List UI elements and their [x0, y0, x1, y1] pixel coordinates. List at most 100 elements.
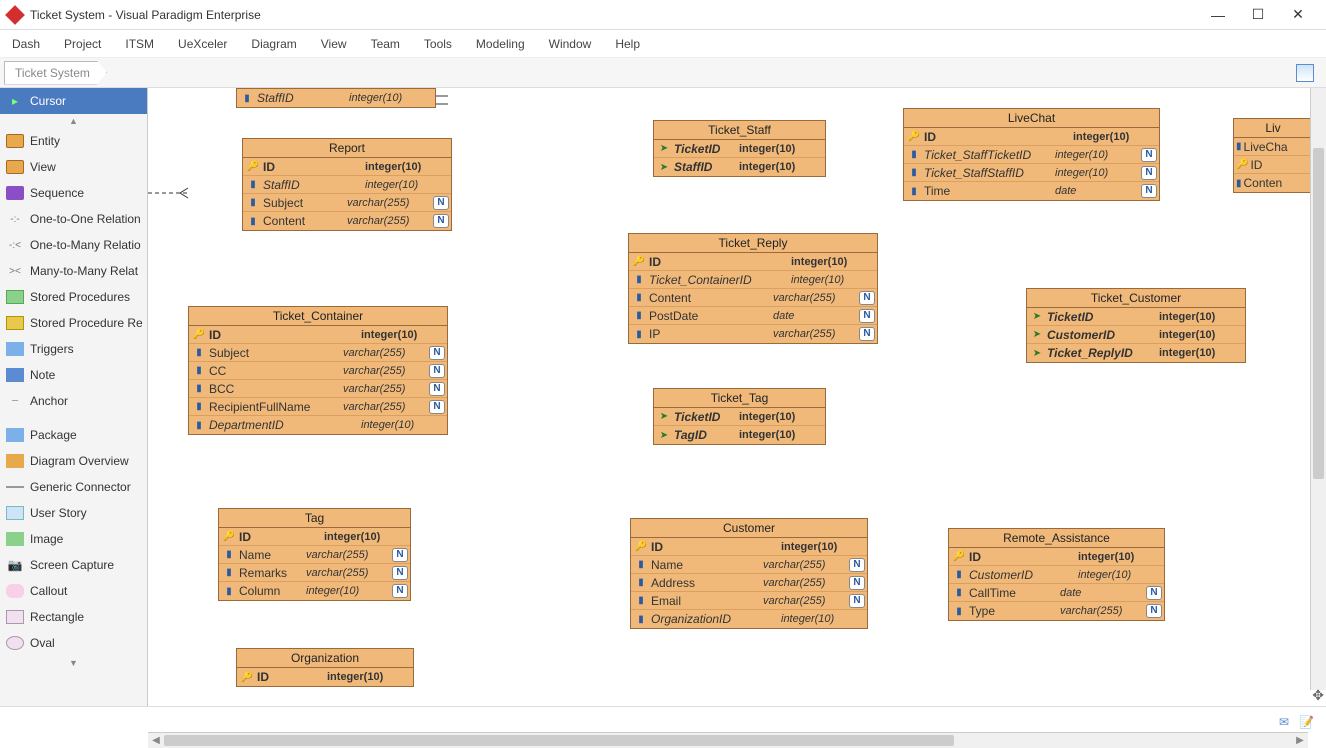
palette-stored-procedure-result[interactable]: Stored Procedure Re	[0, 310, 147, 336]
palette-cursor[interactable]: ▸Cursor	[0, 88, 147, 114]
palette-note[interactable]: Note	[0, 362, 147, 388]
entity-column[interactable]: ▮Typevarchar(255)N	[949, 602, 1164, 620]
scroll-thumb[interactable]	[1313, 148, 1324, 479]
entity-column[interactable]: ▮IPvarchar(255)N	[629, 325, 877, 343]
palette-user-story[interactable]: User Story	[0, 500, 147, 526]
palette-stored-procedures[interactable]: Stored Procedures	[0, 284, 147, 310]
horizontal-scrollbar[interactable]: ◀ ▶	[148, 732, 1308, 748]
entity-column[interactable]: ▮Ticket_ContainerIDinteger(10)	[629, 271, 877, 289]
entity-column[interactable]: ▮Addressvarchar(255)N	[631, 574, 867, 592]
entity-column[interactable]: 🔑IDinteger(10)	[237, 668, 413, 686]
entity-organization[interactable]: Organization🔑IDinteger(10)	[236, 648, 414, 687]
entity-column[interactable]: ➤StaffIDinteger(10)	[654, 158, 825, 176]
entity-ticket-container[interactable]: Ticket_Container🔑IDinteger(10)▮Subjectva…	[188, 306, 448, 435]
entity-ticket-reply[interactable]: Ticket_Reply🔑IDinteger(10)▮Ticket_Contai…	[628, 233, 878, 344]
palette-view[interactable]: View	[0, 154, 147, 180]
palette-sequence[interactable]: Sequence	[0, 180, 147, 206]
palette-connector[interactable]: Generic Connector	[0, 474, 147, 500]
entity-partial-top[interactable]: ▮StaffIDinteger(10)	[236, 88, 436, 108]
entity-ticket-staff[interactable]: Ticket_Staff➤TicketIDinteger(10)➤StaffID…	[653, 120, 826, 177]
palette-package[interactable]: Package	[0, 422, 147, 448]
palette-anchor[interactable]: ┄Anchor	[0, 388, 147, 414]
entity-customer[interactable]: Customer🔑IDinteger(10)▮Namevarchar(255)N…	[630, 518, 868, 629]
menu-help[interactable]: Help	[615, 37, 640, 51]
entity-column[interactable]: 🔑IDinteger(10)	[904, 128, 1159, 146]
palette-callout[interactable]: Callout	[0, 578, 147, 604]
entity-column[interactable]: ▮Namevarchar(255)N	[631, 556, 867, 574]
minimize-button[interactable]: —	[1198, 7, 1238, 23]
entity-column[interactable]: ▮TimedateN	[904, 182, 1159, 200]
entity-tag[interactable]: Tag🔑IDinteger(10)▮Namevarchar(255)N▮Rema…	[218, 508, 411, 601]
palette-many-many[interactable]: ><Many-to-Many Relat	[0, 258, 147, 284]
entity-report[interactable]: Report🔑IDinteger(10)▮StaffIDinteger(10)▮…	[242, 138, 452, 231]
close-button[interactable]: ✕	[1278, 6, 1318, 23]
entity-column[interactable]: ▮Emailvarchar(255)N	[631, 592, 867, 610]
window-layout-icon[interactable]	[1296, 64, 1314, 82]
entity-column[interactable]: 🔑IDinteger(10)	[219, 528, 410, 546]
entity-column[interactable]: ➤Ticket_ReplyIDinteger(10)	[1027, 344, 1245, 362]
edit-icon[interactable]: 📝	[1299, 715, 1314, 729]
palette-collapse-down[interactable]: ▼	[0, 656, 147, 670]
scroll-right[interactable]: ▶	[1292, 735, 1308, 746]
entity-column[interactable]: ➤TicketIDinteger(10)	[654, 140, 825, 158]
entity-column[interactable]: ▮Subjectvarchar(255)N	[189, 344, 447, 362]
entity-column[interactable]: ▮LiveCha	[1234, 138, 1312, 156]
menu-uexceler[interactable]: UeXceler	[178, 37, 227, 51]
entity-column[interactable]: ▮PostDatedateN	[629, 307, 877, 325]
entity-column[interactable]: ▮Remarksvarchar(255)N	[219, 564, 410, 582]
entity-live-partial[interactable]: Liv▮LiveCha🔑ID▮Conten	[1233, 118, 1313, 193]
entity-column[interactable]: ▮Namevarchar(255)N	[219, 546, 410, 564]
palette-triggers[interactable]: Triggers	[0, 336, 147, 362]
entity-column[interactable]: ➤TagIDinteger(10)	[654, 426, 825, 444]
entity-column[interactable]: ▮Contentvarchar(255)N	[629, 289, 877, 307]
menu-dash[interactable]: Dash	[12, 37, 40, 51]
palette-one-one[interactable]: -:-One-to-One Relation	[0, 206, 147, 232]
menu-itsm[interactable]: ITSM	[125, 37, 154, 51]
menu-modeling[interactable]: Modeling	[476, 37, 525, 51]
entity-column[interactable]: 🔑IDinteger(10)	[243, 158, 451, 176]
entity-column[interactable]: ➤TicketIDinteger(10)	[1027, 308, 1245, 326]
maximize-button[interactable]: ☐	[1238, 6, 1278, 23]
entity-column[interactable]: ▮Contentvarchar(255)N	[243, 212, 451, 230]
entity-column[interactable]: ▮Ticket_StaffStaffIDinteger(10)N	[904, 164, 1159, 182]
entity-ticket-tag[interactable]: Ticket_Tag➤TicketIDinteger(10)➤TagIDinte…	[653, 388, 826, 445]
menu-team[interactable]: Team	[371, 37, 400, 51]
scroll-thumb[interactable]	[164, 735, 954, 746]
entity-column[interactable]: ▮RecipientFullNamevarchar(255)N	[189, 398, 447, 416]
mail-icon[interactable]: ✉	[1279, 715, 1289, 729]
entity-column[interactable]: 🔑IDinteger(10)	[629, 253, 877, 271]
diagram-canvas[interactable]: ▮StaffIDinteger(10) Report🔑IDinteger(10)…	[148, 88, 1326, 706]
menu-project[interactable]: Project	[64, 37, 101, 51]
entity-column[interactable]: ▮CustomerIDinteger(10)	[949, 566, 1164, 584]
entity-column[interactable]: ▮DepartmentIDinteger(10)	[189, 416, 447, 434]
breadcrumb[interactable]: Ticket System	[4, 61, 107, 85]
palette-oval[interactable]: Oval	[0, 630, 147, 656]
palette-screen-capture[interactable]: 📷Screen Capture	[0, 552, 147, 578]
scroll-left[interactable]: ◀	[148, 735, 164, 746]
palette-diagram-overview[interactable]: Diagram Overview	[0, 448, 147, 474]
entity-remote-assistance[interactable]: Remote_Assistance🔑IDinteger(10)▮Customer…	[948, 528, 1165, 621]
entity-column[interactable]: ▮OrganizationIDinteger(10)	[631, 610, 867, 628]
palette-image[interactable]: Image	[0, 526, 147, 552]
menu-view[interactable]: View	[321, 37, 347, 51]
vertical-scrollbar[interactable]	[1310, 88, 1326, 690]
entity-column[interactable]: 🔑IDinteger(10)	[189, 326, 447, 344]
palette-entity[interactable]: Entity	[0, 128, 147, 154]
palette-collapse-up[interactable]: ▲	[0, 114, 147, 128]
entity-column[interactable]: ▮CCvarchar(255)N	[189, 362, 447, 380]
entity-column[interactable]: ▮Conten	[1234, 174, 1312, 192]
entity-column[interactable]: ▮Columninteger(10)N	[219, 582, 410, 600]
pan-icon[interactable]: ✥	[1312, 687, 1324, 704]
entity-column[interactable]: ▮CallTimedateN	[949, 584, 1164, 602]
entity-livechat[interactable]: LiveChat🔑IDinteger(10)▮Ticket_StaffTicke…	[903, 108, 1160, 201]
entity-column[interactable]: ▮StaffIDinteger(10)	[243, 176, 451, 194]
entity-column[interactable]: ➤TicketIDinteger(10)	[654, 408, 825, 426]
entity-column[interactable]: ▮Ticket_StaffTicketIDinteger(10)N	[904, 146, 1159, 164]
entity-column[interactable]: ➤CustomerIDinteger(10)	[1027, 326, 1245, 344]
palette-rectangle[interactable]: Rectangle	[0, 604, 147, 630]
entity-column[interactable]: 🔑IDinteger(10)	[631, 538, 867, 556]
palette-one-many[interactable]: -:<One-to-Many Relatio	[0, 232, 147, 258]
menu-diagram[interactable]: Diagram	[251, 37, 296, 51]
menu-window[interactable]: Window	[549, 37, 592, 51]
menu-tools[interactable]: Tools	[424, 37, 452, 51]
